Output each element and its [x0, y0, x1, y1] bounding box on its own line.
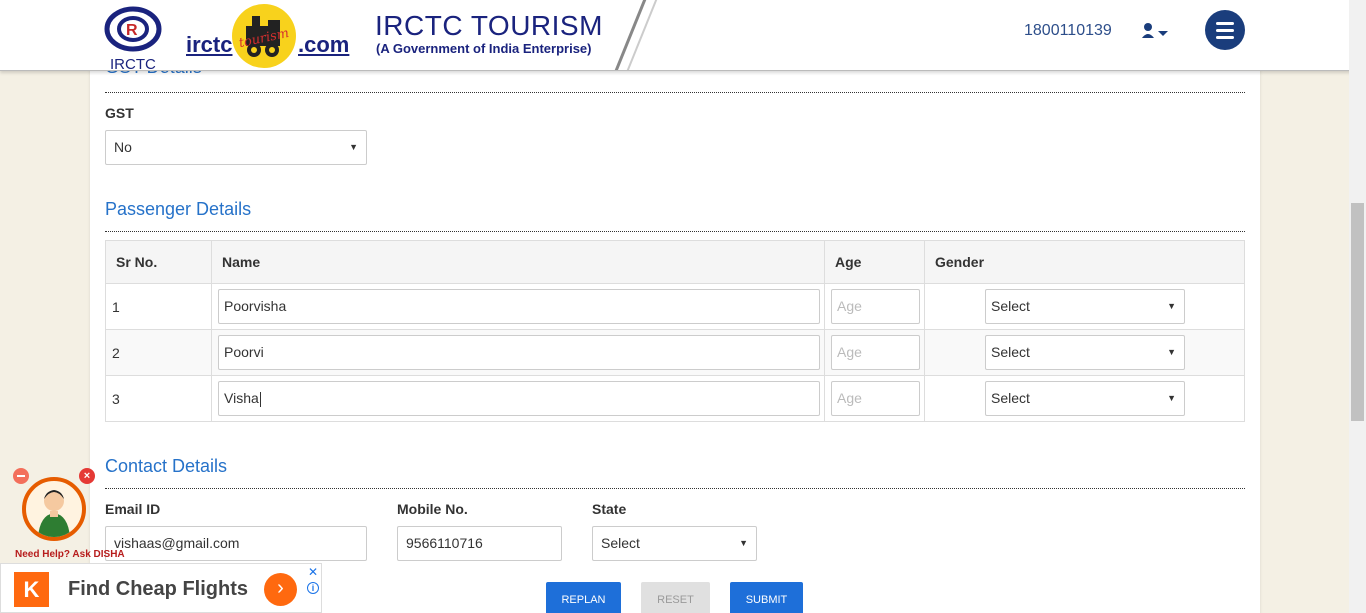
passenger-name-value: Visha: [224, 390, 259, 406]
passenger-table: Sr No. Name Age Gender 1 Poorvisha Age S…: [105, 240, 1245, 422]
ad-headline[interactable]: Find Cheap Flights: [68, 578, 248, 601]
sr-number: 2: [105, 329, 212, 376]
contact-section-divider: [105, 488, 1245, 489]
column-header-sr: Sr No.: [105, 240, 212, 284]
email-field[interactable]: vishaas@gmail.com: [105, 526, 367, 561]
passenger-section-divider: [105, 231, 1245, 232]
gender-select-value: Select: [991, 298, 1030, 314]
passenger-gender-select[interactable]: Select ▼: [985, 381, 1185, 416]
disha-chat-widget[interactable]: × Need Help? Ask DISHA: [10, 465, 140, 565]
svg-text:R: R: [126, 22, 138, 39]
helpline-phone[interactable]: 1800110139: [1024, 22, 1112, 40]
user-menu-dropdown[interactable]: [1141, 22, 1171, 42]
chevron-down-icon: ▼: [1167, 393, 1176, 403]
disha-avatar[interactable]: [22, 477, 86, 541]
disha-assistant-icon: [38, 490, 70, 537]
state-select-value: Select: [601, 535, 640, 551]
brand-subtitle: (A Government of India Enterprise): [376, 41, 592, 56]
gst-label: GST: [105, 105, 134, 121]
gst-select-value: No: [114, 139, 132, 155]
chevron-right-icon[interactable]: ›: [264, 573, 297, 606]
caret-down-icon: [1158, 31, 1168, 36]
passenger-name-input[interactable]: Poorvisha: [218, 289, 820, 324]
table-row: 3 Visha Age Select ▼: [105, 375, 1245, 422]
page-scrollbar[interactable]: [1349, 0, 1366, 613]
brand-title: IRCTC TOURISM: [375, 10, 603, 41]
gst-section-divider: [105, 92, 1245, 93]
ad-close-icon[interactable]: ✕: [308, 565, 318, 579]
passenger-name-input[interactable]: Poorvi: [218, 335, 820, 370]
chevron-down-icon: ▼: [1167, 301, 1176, 311]
state-label: State: [592, 501, 627, 517]
passenger-age-input[interactable]: Age: [831, 381, 920, 416]
state-select[interactable]: Select ▼: [592, 526, 757, 561]
gender-select-value: Select: [991, 390, 1030, 406]
disha-help-text[interactable]: Need Help? Ask DISHA: [15, 549, 125, 560]
passenger-gender-select[interactable]: Select ▼: [985, 289, 1185, 324]
tourism-train-logo: tourism: [232, 4, 296, 68]
mobile-field[interactable]: 9566110716: [397, 526, 562, 561]
text-cursor: [259, 391, 261, 407]
ad-info-icon[interactable]: i: [307, 582, 319, 594]
sr-number: 3: [105, 375, 212, 422]
passenger-age-input[interactable]: Age: [831, 335, 920, 370]
sr-number: 1: [105, 283, 212, 330]
submit-button[interactable]: SUBMIT: [730, 582, 803, 613]
ad-banner[interactable]: K Find Cheap Flights › ✕ i: [0, 563, 322, 613]
irctc-logo-text: IRCTC: [110, 56, 156, 71]
hamburger-menu-icon[interactable]: [1205, 10, 1245, 50]
train-icon: tourism: [238, 16, 290, 57]
user-icon: [1142, 23, 1168, 38]
chevron-down-icon: ▼: [739, 538, 748, 548]
passenger-age-input[interactable]: Age: [831, 289, 920, 324]
table-row: 1 Poorvisha Age Select ▼: [105, 283, 1245, 330]
table-header-row: Sr No. Name Age Gender: [105, 240, 1245, 284]
mobile-label: Mobile No.: [397, 501, 468, 517]
booking-form-panel: GST Details GST No ▼ Passenger Details S…: [90, 57, 1260, 613]
irctc-emblem-icon: R: [104, 6, 162, 52]
column-header-gender: Gender: [924, 240, 1245, 284]
column-header-age: Age: [824, 240, 925, 284]
reset-button[interactable]: RESET: [641, 582, 710, 613]
replan-button[interactable]: REPLAN: [546, 582, 621, 613]
passenger-section-title: Passenger Details: [105, 199, 252, 219]
passenger-gender-select[interactable]: Select ▼: [985, 335, 1185, 370]
close-icon[interactable]: ×: [79, 468, 95, 484]
site-header: R IRCTC irctc tourism .com IRCTC TOURISM…: [0, 0, 1366, 71]
minimize-icon[interactable]: [13, 468, 29, 484]
column-header-name: Name: [211, 240, 825, 284]
kayak-logo: K: [14, 572, 49, 607]
irctc-logo[interactable]: R IRCTC: [104, 2, 162, 70]
gst-select[interactable]: No ▼: [105, 130, 367, 165]
scrollbar-thumb[interactable]: [1351, 203, 1364, 421]
irctc-wordmark[interactable]: irctc: [186, 32, 232, 58]
chevron-down-icon: ▼: [349, 142, 358, 152]
table-row: 2 Poorvi Age Select ▼: [105, 329, 1245, 376]
gender-select-value: Select: [991, 344, 1030, 360]
passenger-name-input[interactable]: Visha: [218, 381, 820, 416]
chevron-down-icon: ▼: [1167, 347, 1176, 357]
com-wordmark[interactable]: .com: [298, 32, 349, 58]
